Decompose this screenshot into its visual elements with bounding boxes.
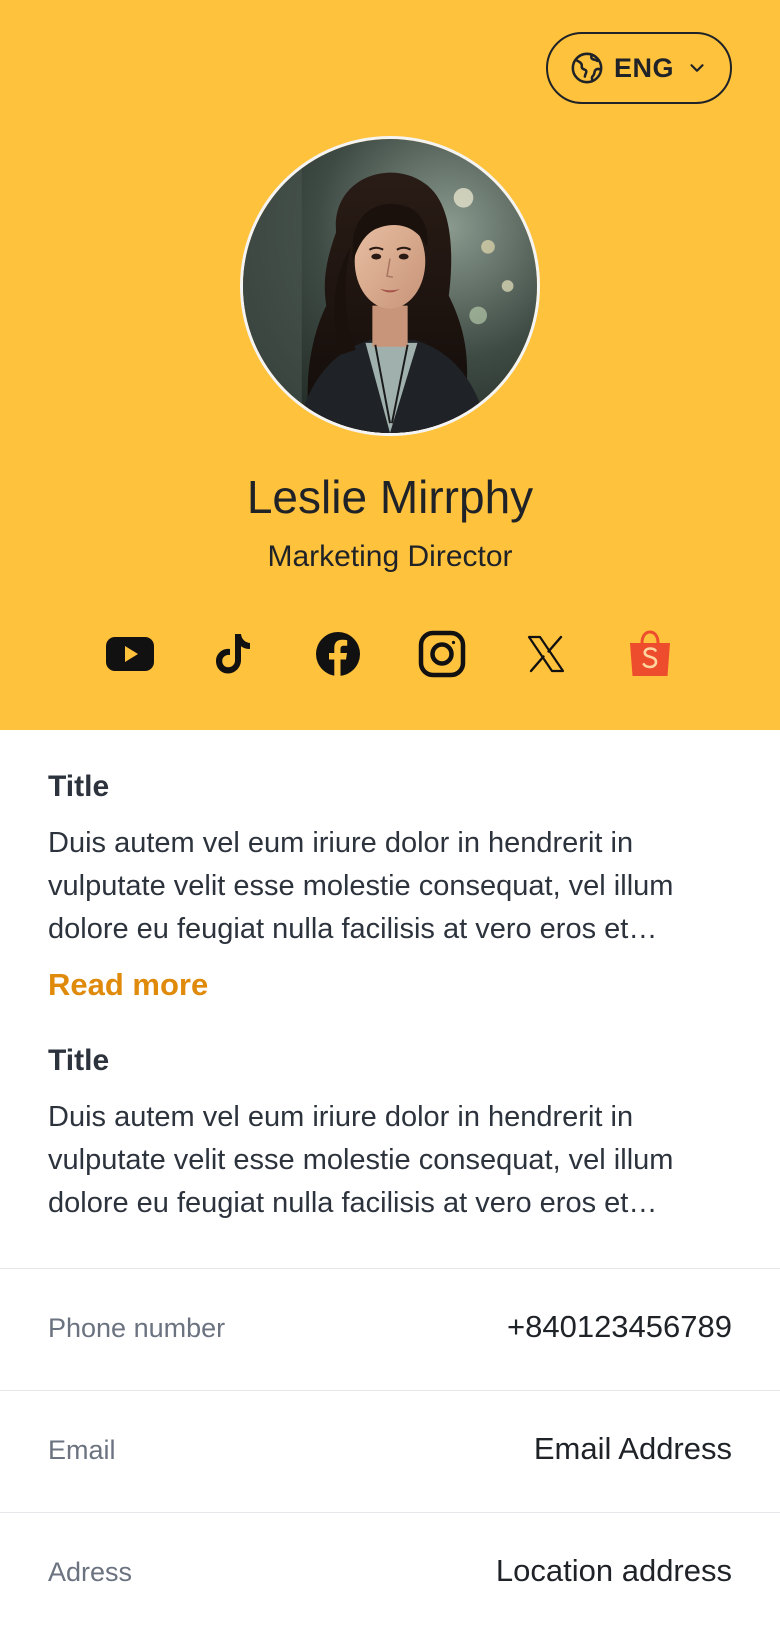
phone-row[interactable]: Phone number +840123456789	[0, 1268, 780, 1390]
about-title: Title	[48, 770, 110, 803]
youtube-link[interactable]	[104, 626, 156, 682]
facebook-icon	[316, 632, 360, 677]
profile-header: ENG Leslie Mirrphy Marketing Director	[0, 0, 780, 730]
instagram-icon	[418, 630, 466, 678]
globe-icon	[571, 52, 603, 84]
avatar	[240, 136, 540, 436]
shopee-icon	[630, 630, 670, 676]
address-label: Adress	[48, 1557, 133, 1587]
tiktok-icon	[216, 634, 250, 674]
x-icon	[527, 635, 565, 673]
address-value[interactable]: Location address	[496, 1553, 732, 1589]
phone-label: Phone number	[48, 1313, 226, 1343]
email-value[interactable]: Email Address	[534, 1431, 732, 1467]
about-text: Duis autem vel eum iriure dolor in hendr…	[48, 827, 674, 945]
facebook-link[interactable]	[312, 626, 364, 682]
email-label: Email	[48, 1435, 116, 1465]
phone-value[interactable]: +840123456789	[507, 1309, 732, 1345]
tiktok-link[interactable]	[208, 626, 260, 682]
about-title: Title	[48, 1044, 110, 1077]
avatar-photo	[243, 139, 537, 433]
about-section-2: Title Duis autem vel eum iriure dolor in…	[48, 1044, 738, 1225]
shopee-link[interactable]	[624, 626, 676, 682]
email-row[interactable]: Email Email Address	[0, 1390, 780, 1512]
x-link[interactable]	[520, 626, 572, 682]
language-label: ENG	[613, 52, 674, 83]
profile-name: Leslie Mirrphy	[246, 471, 534, 523]
profile-role: Marketing Director	[267, 540, 513, 573]
address-row[interactable]: Adress Location address	[0, 1512, 780, 1634]
language-selector[interactable]: ENG	[546, 32, 732, 104]
chevron-down-icon	[690, 64, 704, 72]
about-text: Duis autem vel eum iriure dolor in hendr…	[48, 1101, 674, 1219]
read-more-link[interactable]: Read more	[48, 967, 738, 1003]
instagram-link[interactable]	[416, 626, 468, 682]
about-section-1: Title Duis autem vel eum iriure dolor in…	[48, 770, 738, 1003]
youtube-icon	[106, 637, 154, 671]
social-links	[104, 626, 676, 682]
